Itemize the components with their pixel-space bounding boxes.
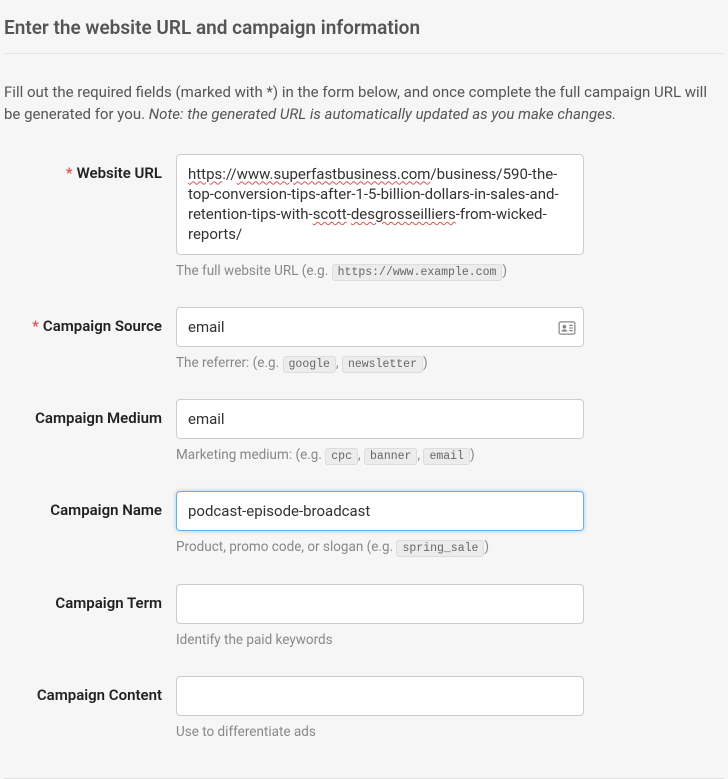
row-website-url: *Website URL https://www.superfastbusine… [4, 154, 724, 297]
label-text: Campaign Content [37, 686, 162, 704]
label-campaign-medium: Campaign Medium [4, 399, 176, 481]
label-text: Campaign Name [50, 501, 162, 519]
campaign-content-input[interactable] [176, 676, 584, 716]
instructions: Fill out the required fields (marked wit… [4, 82, 724, 126]
help-campaign-content: Use to differentiate ads [176, 722, 584, 742]
label-website-url: *Website URL [4, 154, 176, 297]
label-text: Campaign Term [55, 594, 162, 612]
label-campaign-name: Campaign Name [4, 491, 176, 573]
help-campaign-name: Product, promo code, or slogan (e.g. spr… [176, 537, 584, 557]
row-campaign-medium: Campaign Medium Marketing medium: (e.g. … [4, 399, 724, 481]
label-text: Campaign Source [43, 317, 162, 335]
label-campaign-source: *Campaign Source [4, 307, 176, 389]
help-website-url: The full website URL (e.g. https://www.e… [176, 261, 584, 281]
row-campaign-term: Campaign Term Identify the paid keywords [4, 584, 724, 666]
campaign-medium-input[interactable] [176, 399, 584, 439]
help-campaign-source: The referrer: (e.g. google, newsletter) [176, 353, 584, 373]
required-marker: * [66, 164, 73, 182]
contact-card-icon [558, 320, 576, 334]
page-heading: Enter the website URL and campaign infor… [4, 0, 724, 54]
help-campaign-medium: Marketing medium: (e.g. cpc, banner, ema… [176, 445, 584, 465]
label-text: Campaign Medium [35, 409, 162, 427]
row-campaign-source: *Campaign Source The referrer: (e. [4, 307, 724, 389]
campaign-name-input[interactable] [176, 491, 584, 531]
required-marker: * [32, 317, 39, 335]
campaign-term-input[interactable] [176, 584, 584, 624]
campaign-source-input[interactable] [176, 307, 584, 347]
label-text: Website URL [77, 164, 162, 182]
label-campaign-term: Campaign Term [4, 584, 176, 666]
website-url-input[interactable]: https://www.superfastbusiness.com/busine… [176, 154, 584, 255]
instructions-note: Note: the generated URL is automatically… [149, 105, 616, 123]
help-campaign-term: Identify the paid keywords [176, 630, 584, 650]
row-campaign-name: Campaign Name Product, promo code, or sl… [4, 491, 724, 573]
label-campaign-content: Campaign Content [4, 676, 176, 758]
row-campaign-content: Campaign Content Use to differentiate ad… [4, 676, 724, 758]
